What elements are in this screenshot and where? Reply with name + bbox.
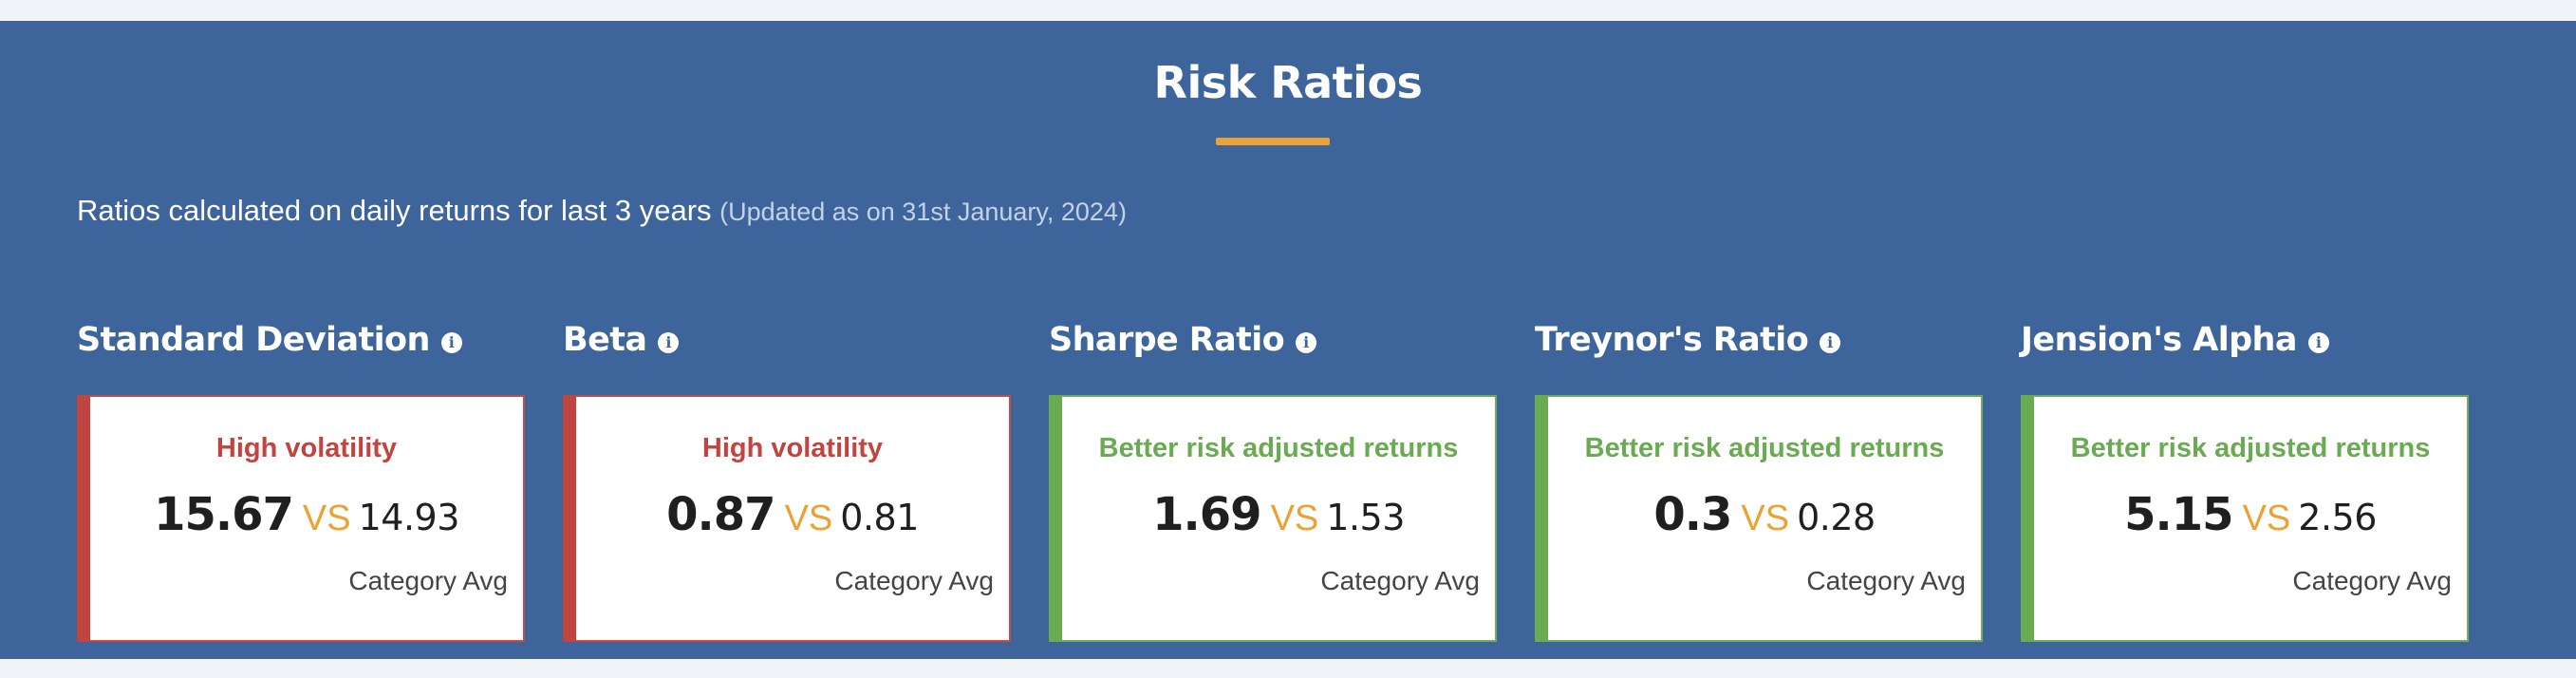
status-stripe (563, 395, 576, 642)
metric-sharpe-ratio: Sharpe Ratio i Better risk adjusted retu… (1049, 311, 1497, 642)
metric-card: Better risk adjusted returns 5.15 VS 2.56 … (2021, 395, 2469, 642)
metric-card: High volatility 15.67 VS 14.93 Category Av… (77, 395, 525, 642)
metric-card: Better risk adjusted returns 1.69 VS 1.53 … (1049, 395, 1497, 642)
metric-jensions-alpha: Jension's Alpha i Better risk adjusted r… (2021, 311, 2469, 642)
metric-card: Better risk adjusted returns 0.3 VS 0.28 C… (1535, 395, 1983, 642)
vs-label: VS (1270, 499, 1319, 538)
verdict-label: Better risk adjusted returns (2070, 433, 2431, 463)
category-value: 0.28 (1797, 497, 1876, 538)
value-comparison: 5.15 VS 2.56 (2034, 488, 2467, 541)
metric-name: Beta (563, 321, 647, 359)
category-avg-label: Category Avg (834, 566, 994, 595)
vs-label: VS (302, 499, 351, 538)
metric-beta: Beta i High volatility 0.87 VS 0.81 Catego… (563, 311, 1011, 642)
risk-ratios-section: Risk Ratios Ratios calculated on daily r… (0, 21, 2576, 659)
vs-label: VS (2242, 499, 2291, 538)
info-icon[interactable]: i (440, 332, 462, 353)
metric-name: Treynor's Ratio (1535, 321, 1809, 359)
verdict-label: Better risk adjusted returns (1098, 433, 1459, 463)
fund-value: 5.15 (2124, 488, 2233, 541)
value-comparison: 0.87 VS 0.81 (576, 488, 1009, 541)
title-underline (1216, 138, 1330, 145)
value-comparison: 15.67 VS 14.93 (90, 488, 523, 541)
category-value: 1.53 (1326, 497, 1405, 538)
category-value: 14.93 (358, 497, 460, 538)
metric-name: Standard Deviation (77, 321, 430, 359)
fund-value: 1.69 (1152, 488, 1261, 541)
info-icon[interactable]: i (1296, 332, 1317, 353)
metric-header: Sharpe Ratio i (1049, 311, 1497, 369)
metric-header: Beta i (563, 311, 1011, 369)
metric-name: Sharpe Ratio (1049, 321, 1285, 359)
verdict-label: High volatility (701, 433, 884, 463)
fund-value: 0.87 (666, 488, 775, 541)
metric-treynors-ratio: Treynor's Ratio i Better risk adjusted r… (1535, 311, 1983, 642)
vs-label: VS (1741, 499, 1790, 538)
info-icon[interactable]: i (658, 332, 680, 353)
value-comparison: 1.69 VS 1.53 (1062, 488, 1495, 541)
category-value: 0.81 (840, 497, 919, 538)
value-comparison: 0.3 VS 0.28 (1548, 488, 1981, 541)
status-stripe (2021, 395, 2034, 642)
category-avg-label: Category Avg (2292, 566, 2452, 595)
updated-note: (Updated as on 31st January, 2024) (719, 198, 1127, 226)
info-icon[interactable]: i (1820, 332, 1841, 353)
status-stripe (1535, 395, 1548, 642)
category-avg-label: Category Avg (1320, 566, 1480, 595)
section-title: Risk Ratios (1153, 57, 1423, 108)
status-stripe (1049, 395, 1062, 642)
status-stripe (77, 395, 90, 642)
metric-header: Treynor's Ratio i (1535, 311, 1983, 369)
info-icon[interactable]: i (2307, 332, 2329, 353)
verdict-label: Better risk adjusted returns (1584, 433, 1945, 463)
fund-value: 15.67 (154, 488, 294, 541)
metric-standard-deviation: Standard Deviation i High volatility 15.… (77, 311, 525, 642)
category-value: 2.56 (2298, 497, 2377, 538)
metric-card: High volatility 0.87 VS 0.81 Category Avg (563, 395, 1011, 642)
metric-name: Jension's Alpha (2021, 321, 2297, 359)
category-avg-label: Category Avg (1806, 566, 1966, 595)
metric-header: Jension's Alpha i (2021, 311, 2469, 369)
verdict-label: High volatility (215, 433, 398, 463)
section-subtitle: Ratios calculated on daily returns for l… (77, 194, 1127, 228)
vs-label: VS (784, 499, 833, 538)
top-strip (0, 0, 2576, 21)
category-avg-label: Category Avg (348, 566, 508, 595)
metric-header: Standard Deviation i (77, 311, 525, 369)
subtitle-text: Ratios calculated on daily returns for l… (77, 194, 712, 227)
fund-value: 0.3 (1653, 488, 1732, 541)
